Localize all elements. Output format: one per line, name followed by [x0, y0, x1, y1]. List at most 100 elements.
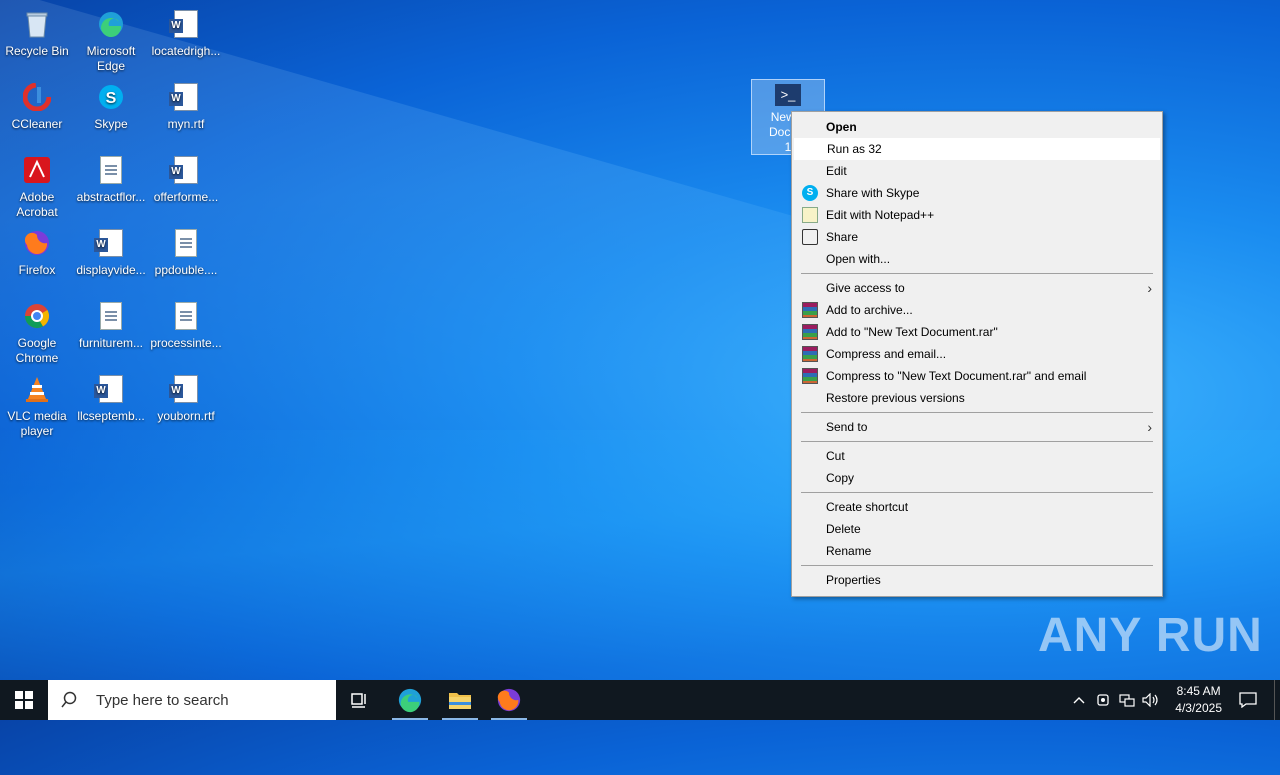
desktop-icon-label: ppdouble.... [154, 263, 218, 277]
volume-button[interactable] [1140, 680, 1162, 720]
desktop-icon-label: Skype [94, 117, 128, 131]
menu-item-label: Add to "New Text Document.rar" [826, 325, 998, 339]
desktop-icon-label: furniturem... [78, 336, 144, 350]
text-document-icon [100, 302, 122, 330]
menu-item-label: Share [826, 230, 859, 244]
menu-item-cut[interactable]: Cut [792, 445, 1162, 467]
word-document-icon [169, 83, 198, 111]
desktop-icon-file[interactable]: myn.rtf [149, 77, 223, 132]
menu-item-run-as-32[interactable]: Run as 32 [794, 138, 1160, 160]
menu-item-add-to-archive[interactable]: Add to archive... [792, 299, 1162, 321]
desktop-icon-label: Google Chrome [15, 336, 59, 365]
desktop-icon-file[interactable]: furniturem... [74, 296, 148, 351]
menu-item-open[interactable]: Open [792, 116, 1162, 138]
desktop-icon-file[interactable]: youborn.rtf [149, 369, 223, 424]
taskbar-firefox-button[interactable] [485, 680, 533, 720]
desktop-icon-label: Firefox [18, 263, 56, 277]
word-document-icon [94, 375, 123, 403]
text-document-icon [100, 156, 122, 184]
windows-logo-icon [15, 691, 33, 709]
desktop-icon-firefox[interactable]: Firefox [0, 223, 74, 278]
menu-item-properties[interactable]: Properties [792, 569, 1162, 591]
desktop-icon-ccleaner[interactable]: CCleaner [0, 77, 74, 132]
desktop-icon-file[interactable]: ppdouble.... [149, 223, 223, 278]
menu-item-label: Copy [826, 471, 855, 485]
task-view-button[interactable] [336, 680, 384, 720]
chevron-right-icon: › [1147, 280, 1152, 296]
folder-icon [449, 693, 471, 709]
share-icon [802, 229, 818, 245]
winrar-icon [802, 302, 818, 318]
menu-item-send-to[interactable]: Send to › [792, 416, 1162, 438]
chrome-icon [21, 300, 53, 332]
network-button[interactable] [1116, 680, 1138, 720]
menu-item-label: Give access to [826, 281, 905, 295]
menu-item-label: Restore previous versions [826, 391, 965, 405]
menu-item-delete[interactable]: Delete [792, 518, 1162, 540]
menu-item-share-with-skype[interactable]: S Share with Skype [792, 182, 1162, 204]
menu-item-label: Send to [826, 420, 868, 434]
desktop-icon-skype[interactable]: S Skype [74, 77, 148, 132]
desktop-icon-label: abstractflor... [76, 190, 146, 204]
menu-item-open-with[interactable]: Open with... [792, 248, 1162, 270]
menu-item-label: Edit [826, 164, 847, 178]
menu-separator [801, 273, 1153, 274]
desktop-icon-file[interactable]: offerforme... [149, 150, 223, 205]
winrar-icon [802, 346, 818, 362]
menu-item-label: Compress to "New Text Document.rar" and … [826, 369, 1087, 383]
taskbar-file-explorer-button[interactable] [436, 680, 484, 720]
menu-item-give-access-to[interactable]: Give access to › [792, 277, 1162, 299]
desktop-icon-label: Adobe Acrobat [16, 190, 58, 219]
tray-app-button[interactable] [1092, 680, 1114, 720]
menu-item-label: Properties [826, 573, 881, 587]
desktop-icon-vlc[interactable]: VLC media player [0, 369, 74, 439]
menu-item-add-to-rar[interactable]: Add to "New Text Document.rar" [792, 321, 1162, 343]
menu-item-label: Run as 32 [827, 142, 882, 156]
desktop-icon-file[interactable]: locatedrigh... [149, 4, 223, 59]
tray-app-icon [1097, 694, 1109, 706]
menu-separator [801, 412, 1153, 413]
desktop-icon-label: Recycle Bin [5, 44, 69, 58]
desktop-icon-label: offerforme... [153, 190, 219, 204]
context-menu: Open Run as 32 Edit S Share with Skype Ed… [791, 111, 1163, 597]
desktop-icon-microsoft-edge[interactable]: Microsoft Edge [74, 4, 148, 74]
menu-item-copy[interactable]: Copy [792, 467, 1162, 489]
search-placeholder: Type here to search [96, 691, 229, 709]
menu-item-edit[interactable]: Edit [792, 160, 1162, 182]
firefox-icon [21, 227, 53, 259]
show-desktop-button[interactable] [1274, 680, 1280, 720]
firefox-icon [497, 688, 521, 712]
show-hidden-icons-button[interactable] [1068, 680, 1090, 720]
menu-item-edit-with-notepadpp[interactable]: Edit with Notepad++ [792, 204, 1162, 226]
menu-item-restore-previous-versions[interactable]: Restore previous versions [792, 387, 1162, 409]
taskbar-search-box[interactable]: Type here to search [48, 680, 336, 720]
desktop-icon-label: myn.rtf [167, 117, 205, 131]
taskbar-clock[interactable]: 8:45 AM 4/3/2025 [1175, 683, 1222, 717]
desktop-icon-google-chrome[interactable]: Google Chrome [0, 296, 74, 366]
desktop-icon-file[interactable]: displayvide... [74, 223, 148, 278]
desktop-icon-file[interactable]: abstractflor... [74, 150, 148, 205]
desktop-icon-label: CCleaner [11, 117, 63, 131]
text-document-icon [175, 229, 197, 257]
winrar-icon [802, 368, 818, 384]
desktop-icon-file[interactable]: processinte... [149, 296, 223, 351]
desktop-icon-adobe-acrobat[interactable]: Adobe Acrobat [0, 150, 74, 220]
edge-icon [95, 8, 127, 40]
start-button[interactable] [0, 680, 48, 720]
taskbar-edge-button[interactable] [386, 680, 434, 720]
menu-item-compress-to-rar-and-email[interactable]: Compress to "New Text Document.rar" and … [792, 365, 1162, 387]
menu-item-label: Rename [826, 544, 872, 558]
action-center-button[interactable] [1232, 680, 1264, 720]
desktop-icon-label: VLC media player [7, 409, 67, 438]
svg-text:S: S [106, 90, 117, 107]
chevron-right-icon: › [1147, 419, 1152, 435]
menu-item-create-shortcut[interactable]: Create shortcut [792, 496, 1162, 518]
desktop-icon-file[interactable]: llcseptemb... [74, 369, 148, 424]
network-icon [1119, 694, 1135, 707]
menu-item-compress-and-email[interactable]: Compress and email... [792, 343, 1162, 365]
menu-item-rename[interactable]: Rename [792, 540, 1162, 562]
menu-item-share[interactable]: Share [792, 226, 1162, 248]
menu-item-label: Edit with Notepad++ [826, 208, 935, 222]
desktop-icon-recycle-bin[interactable]: Recycle Bin [0, 4, 74, 59]
adobe-acrobat-icon [21, 154, 53, 186]
